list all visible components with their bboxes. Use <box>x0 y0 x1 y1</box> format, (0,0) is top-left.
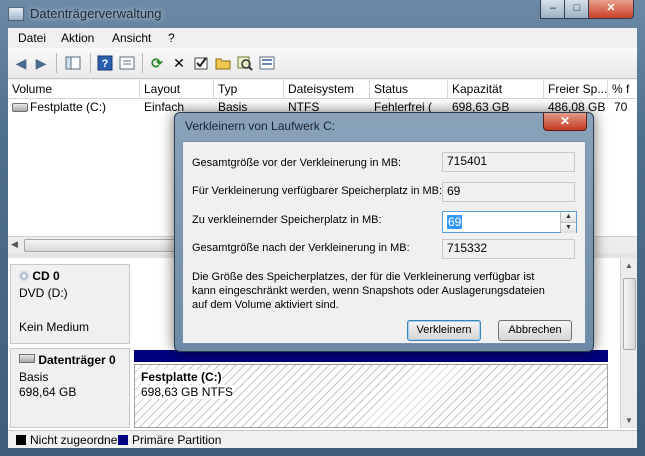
col-kapazitaet[interactable]: Kapazität <box>448 80 544 98</box>
available-field: 69 <box>442 182 575 202</box>
menu-aktion[interactable]: Aktion <box>61 31 94 45</box>
shrink-amount-label: Zu verkleinernder Speicherplatz in MB: <box>192 214 382 226</box>
svg-text:?: ? <box>102 58 109 70</box>
partition-name: Festplatte (C:) <box>141 370 222 384</box>
info-line: kann eingeschränkt werden, wenn Snapshot… <box>192 285 545 297</box>
legend-primary: Primäre Partition <box>132 433 222 447</box>
partition-c[interactable]: Festplatte (C:) 698,63 GB NTFS <box>134 364 608 428</box>
check-icon[interactable] <box>192 54 210 72</box>
info-line: auf dem Volume aktiviert sind. <box>192 299 339 311</box>
unallocated-swatch <box>16 435 26 445</box>
available-label: Für Verkleinerung verfügbarer Speicherpl… <box>192 185 443 197</box>
close-button[interactable]: ✕ <box>588 0 634 19</box>
window-title: Datenträgerverwaltung <box>30 6 162 21</box>
shrink-button[interactable]: Verkleinern <box>407 320 481 341</box>
col-dateisystem[interactable]: Dateisystem <box>284 80 370 98</box>
cell-volume: Festplatte (C:) <box>30 100 107 114</box>
total-before-field: 715401 <box>442 152 575 172</box>
cd-state: Kein Medium <box>19 320 90 334</box>
vertical-scrollbar[interactable]: ▲ ▼ <box>620 258 637 428</box>
col-typ[interactable]: Typ <box>214 80 284 98</box>
shrink-amount-value[interactable]: 69 <box>447 215 463 229</box>
col-freier-speicher[interactable]: Freier Sp... <box>544 80 608 98</box>
stepper-down-icon[interactable]: ▼ <box>561 222 576 233</box>
primary-swatch <box>118 435 128 445</box>
scroll-thumb[interactable] <box>24 239 186 252</box>
col-status[interactable]: Status <box>370 80 448 98</box>
dialog-body: Gesamtgröße vor der Verkleinerung in MB:… <box>182 141 586 344</box>
toolbar-separator <box>56 53 57 73</box>
disk0-name: Datenträger 0 <box>38 353 116 367</box>
title-bar[interactable]: Datenträgerverwaltung – □ ✕ <box>0 0 645 28</box>
menu-datei[interactable]: Datei <box>18 31 46 45</box>
cell-prozent-frei: 70 <box>614 100 628 114</box>
legend-unallocated: Nicht zugeordnet <box>30 433 121 447</box>
menu-ansicht[interactable]: Ansicht <box>112 31 151 45</box>
cd-label[interactable]: CD 0 DVD (D:) Kein Medium <box>10 264 130 344</box>
disk0-size: 698,64 GB <box>19 385 77 399</box>
toolbar: ◀ ▶ ? ⟳ ✕ <box>8 48 637 79</box>
menu-help[interactable]: ? <box>168 31 175 45</box>
disk0-label[interactable]: Datenträger 0 Basis 698,64 GB <box>10 348 130 428</box>
dialog-info: Die Größe des Speicherplatzes, der für d… <box>192 270 577 312</box>
col-prozent-frei[interactable]: % f <box>608 80 637 98</box>
maximize-button[interactable]: □ <box>564 0 590 19</box>
toolbar-separator <box>142 53 143 73</box>
menu-bar: Datei Aktion Ansicht ? <box>8 28 637 48</box>
legend: Nicht zugeordnet Primäre Partition <box>8 430 637 448</box>
partition-detail: 698,63 GB NTFS <box>141 385 234 399</box>
toolbar-separator <box>90 53 91 73</box>
drive-icon <box>12 103 28 112</box>
back-arrow-icon[interactable]: ◀ <box>12 54 30 72</box>
disk0-type: Basis <box>19 370 49 384</box>
disk-icon <box>19 354 35 363</box>
scroll-up-icon[interactable]: ▲ <box>625 261 633 270</box>
total-after-field: 715332 <box>442 239 575 259</box>
help-icon[interactable]: ? <box>96 54 114 72</box>
delete-icon[interactable]: ✕ <box>170 54 188 72</box>
search-icon[interactable] <box>236 54 254 72</box>
shrink-amount-stepper[interactable]: 69 ▲ ▼ <box>442 211 577 233</box>
stepper-buttons: ▲ ▼ <box>560 212 576 233</box>
open-folder-icon[interactable] <box>214 54 232 72</box>
forward-arrow-icon[interactable]: ▶ <box>32 54 50 72</box>
col-volume[interactable]: Volume <box>8 80 140 98</box>
col-layout[interactable]: Layout <box>140 80 214 98</box>
cd-type: DVD (D:) <box>19 286 68 300</box>
total-before-label: Gesamtgröße vor der Verkleinerung in MB: <box>192 157 402 169</box>
stepper-up-icon[interactable]: ▲ <box>561 212 576 222</box>
info-line: Die Größe des Speicherplatzes, der für d… <box>192 271 535 283</box>
minimize-button[interactable]: – <box>540 0 566 19</box>
cancel-button[interactable]: Abbrechen <box>498 320 572 341</box>
cd-icon <box>19 271 29 281</box>
properties-icon[interactable] <box>118 54 136 72</box>
scroll-down-icon[interactable]: ▼ <box>625 416 633 425</box>
scroll-left-icon[interactable]: ◀ <box>11 239 18 250</box>
column-headers: Volume Layout Typ Dateisystem Status Kap… <box>8 80 637 99</box>
refresh-icon[interactable]: ⟳ <box>148 54 166 72</box>
console-tree-icon[interactable] <box>64 54 82 72</box>
dialog-close-button[interactable]: ✕ <box>543 113 587 131</box>
cd-name: CD 0 <box>32 269 60 283</box>
shrink-dialog: Verkleinern von Laufwerk C: ✕ Gesamtgröß… <box>174 112 594 352</box>
total-after-label: Gesamtgröße nach der Verkleinerung in MB… <box>192 242 410 254</box>
list-view-icon[interactable] <box>258 54 276 72</box>
app-icon <box>8 7 24 21</box>
scroll-thumb[interactable] <box>623 278 636 350</box>
dialog-title: Verkleinern von Laufwerk C: <box>185 119 336 133</box>
